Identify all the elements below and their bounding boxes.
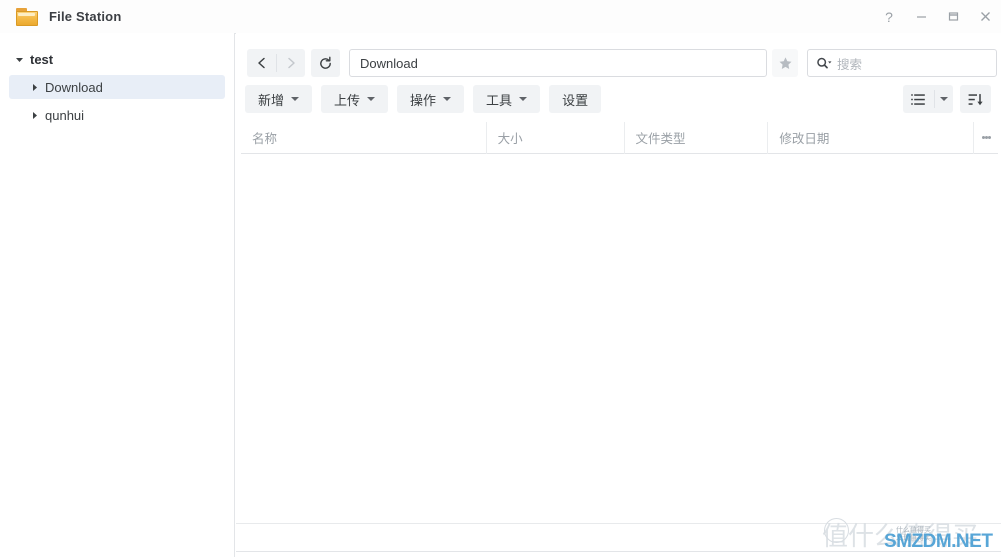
refresh-button[interactable] <box>311 49 340 77</box>
sidebar-item-qunhui[interactable]: qunhui <box>9 103 225 127</box>
view-mode-dropdown[interactable] <box>934 85 953 113</box>
action-toolbar: 新增 上传 操作 工具 设置 <box>236 82 1001 116</box>
file-list[interactable] <box>241 154 998 521</box>
column-header-modifieddate[interactable]: 修改日期 <box>767 121 973 154</box>
folder-tree-sidebar: test Download qunhui <box>0 33 235 557</box>
help-icon[interactable]: ? <box>873 2 905 32</box>
chevron-right-icon[interactable] <box>28 83 41 92</box>
settings-button[interactable]: 设置 <box>549 85 602 113</box>
sidebar-item-label: Download <box>45 79 103 95</box>
settings-button-label: 设置 <box>562 93 589 109</box>
list-view-icon[interactable] <box>903 85 934 113</box>
file-station-window: File Station ? test Download qunhui Down… <box>0 0 1001 557</box>
address-bar[interactable]: Download <box>349 49 767 77</box>
chevron-down-icon <box>367 97 376 101</box>
window-controls: ? <box>873 2 1001 32</box>
column-header-filetype[interactable]: 文件类型 <box>623 121 768 154</box>
tools-button-label: 工具 <box>486 93 513 109</box>
content-area: Download 搜索 新增 上传 操作 工具 设置 名称 大小 文件类型 修改… <box>236 33 1001 557</box>
tools-button[interactable]: 工具 <box>473 85 541 113</box>
view-mode-group <box>903 85 991 113</box>
upload-button[interactable]: 上传 <box>321 85 389 113</box>
history-buttons <box>247 49 305 77</box>
column-header-size[interactable]: 大小 <box>485 121 624 154</box>
chevron-down-icon <box>939 97 948 101</box>
new-button[interactable]: 新增 <box>245 85 313 113</box>
kebab-menu-icon[interactable] <box>973 121 998 154</box>
chevron-down-icon <box>443 97 452 101</box>
chevron-right-icon[interactable] <box>28 111 41 120</box>
file-table-header: 名称 大小 文件类型 修改日期 <box>241 121 998 154</box>
sidebar-item-test[interactable]: test <box>9 47 225 71</box>
forward-button[interactable] <box>276 49 305 77</box>
title-bar: File Station ? <box>0 0 1001 34</box>
star-icon[interactable] <box>772 49 798 77</box>
chevron-down-icon <box>519 97 528 101</box>
minimize-icon[interactable] <box>905 2 937 32</box>
close-icon[interactable] <box>969 2 1001 32</box>
search-placeholder: 搜索 <box>837 57 863 72</box>
back-button[interactable] <box>247 49 276 77</box>
folder-icon <box>16 7 38 26</box>
divider <box>236 551 1001 552</box>
sidebar-item-download[interactable]: Download <box>9 75 225 99</box>
chevron-down-icon <box>291 97 300 101</box>
chevron-down-icon[interactable] <box>13 55 26 64</box>
sidebar-item-label: test <box>30 51 54 67</box>
column-header-name[interactable]: 名称 <box>241 122 486 154</box>
search-icon[interactable] <box>816 56 832 70</box>
upload-button-label: 上传 <box>334 93 361 109</box>
navigation-bar: Download 搜索 <box>236 48 1001 78</box>
new-button-label: 新增 <box>258 93 285 109</box>
maximize-icon[interactable] <box>937 2 969 32</box>
status-bar <box>236 524 1001 551</box>
action-button[interactable]: 操作 <box>397 85 465 113</box>
address-value: Download <box>360 55 418 71</box>
action-button-label: 操作 <box>410 93 437 109</box>
sidebar-item-label: qunhui <box>45 107 85 123</box>
sort-descending-icon[interactable] <box>960 85 991 113</box>
page-title: File Station <box>49 9 122 24</box>
search-input[interactable]: 搜索 <box>807 49 997 77</box>
